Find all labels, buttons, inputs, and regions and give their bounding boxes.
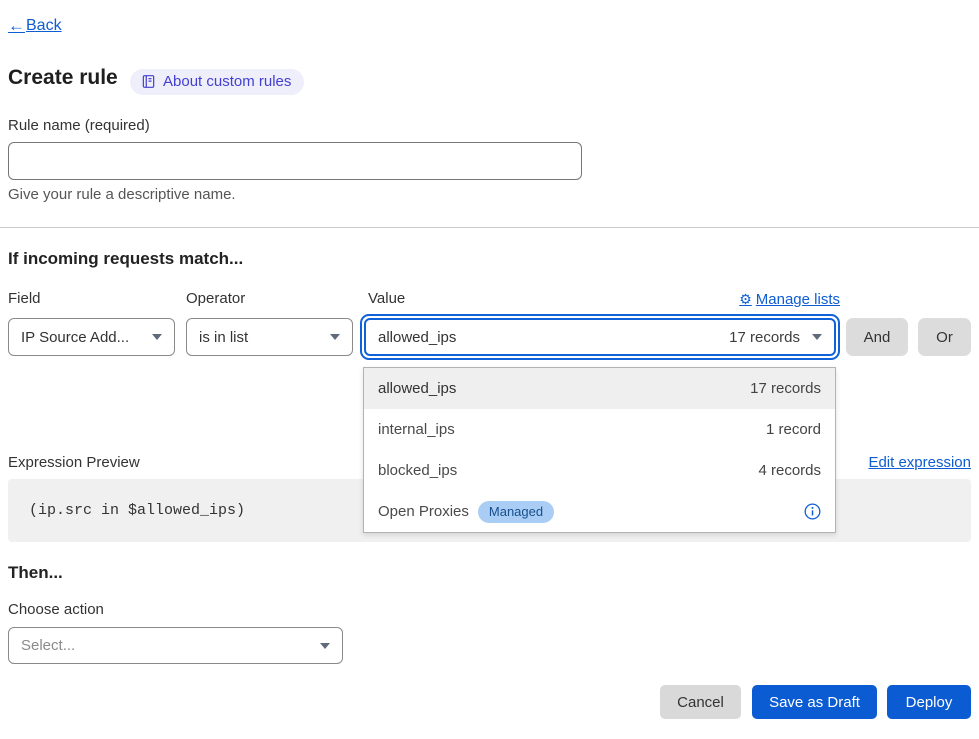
chevron-down-icon (330, 334, 340, 340)
dropdown-option-blocked-ips[interactable]: blocked_ips 4 records (364, 450, 835, 491)
back-arrow-icon: ← (8, 16, 25, 36)
chevron-down-icon (812, 334, 822, 340)
page-title: Create rule (8, 66, 118, 90)
value-combobox-meta: 17 records (729, 329, 800, 346)
option-name: Open Proxies (378, 503, 469, 520)
field-label: Field (8, 290, 41, 307)
section-divider (0, 227, 979, 228)
chevron-down-icon (152, 334, 162, 340)
field-select[interactable]: IP Source Add... (8, 318, 175, 356)
expression-preview-label: Expression Preview (8, 454, 140, 471)
back-link[interactable]: ← Back (8, 16, 62, 36)
action-select-placeholder: Select... (21, 637, 75, 654)
value-label: Value (368, 290, 405, 307)
chevron-down-icon (320, 643, 330, 649)
then-section-heading: Then... (8, 563, 63, 583)
rule-name-helper: Give your rule a descriptive name. (8, 186, 236, 203)
deploy-button[interactable]: Deploy (887, 685, 971, 719)
value-combobox-focus-ring: allowed_ips 17 records (360, 314, 840, 360)
match-section-heading: If incoming requests match... (8, 249, 243, 269)
back-link-label: Back (26, 17, 62, 35)
about-custom-rules-link[interactable]: About custom rules (130, 69, 304, 95)
action-select[interactable]: Select... (8, 627, 343, 664)
dropdown-option-open-proxies[interactable]: Open Proxies Managed (364, 491, 835, 532)
operator-label: Operator (186, 290, 245, 307)
option-record-count: 1 record (766, 421, 821, 438)
field-select-value: IP Source Add... (21, 329, 129, 346)
option-name: internal_ips (378, 421, 455, 438)
dropdown-option-allowed-ips[interactable]: allowed_ips 17 records (364, 368, 835, 409)
option-name: allowed_ips (378, 380, 456, 397)
option-record-count: 4 records (758, 462, 821, 479)
about-badge-label: About custom rules (163, 73, 291, 90)
choose-action-label: Choose action (8, 601, 104, 618)
gear-icon: ⚙ (739, 291, 752, 308)
option-record-count: 17 records (750, 380, 821, 397)
rule-name-label: Rule name (required) (8, 117, 150, 134)
rule-name-input[interactable] (8, 142, 582, 180)
save-as-draft-button[interactable]: Save as Draft (752, 685, 877, 719)
info-icon[interactable] (804, 503, 821, 520)
operator-select[interactable]: is in list (186, 318, 353, 356)
value-combobox[interactable]: allowed_ips 17 records (364, 318, 836, 356)
edit-expression-link[interactable]: Edit expression (868, 454, 971, 471)
option-name: blocked_ips (378, 462, 457, 479)
value-combobox-selected: allowed_ips (378, 329, 456, 346)
managed-badge: Managed (478, 501, 554, 523)
value-dropdown-panel: allowed_ips 17 records internal_ips 1 re… (363, 367, 836, 533)
manage-lists-link[interactable]: ⚙ Manage lists (739, 291, 840, 308)
and-button[interactable]: And (846, 318, 908, 356)
or-button[interactable]: Or (918, 318, 971, 356)
operator-select-value: is in list (199, 329, 248, 346)
expression-code: (ip.src in $allowed_ips) (29, 502, 245, 519)
manage-lists-label: Manage lists (756, 291, 840, 308)
dropdown-option-internal-ips[interactable]: internal_ips 1 record (364, 409, 835, 450)
book-icon (141, 74, 156, 89)
cancel-button[interactable]: Cancel (660, 685, 741, 719)
